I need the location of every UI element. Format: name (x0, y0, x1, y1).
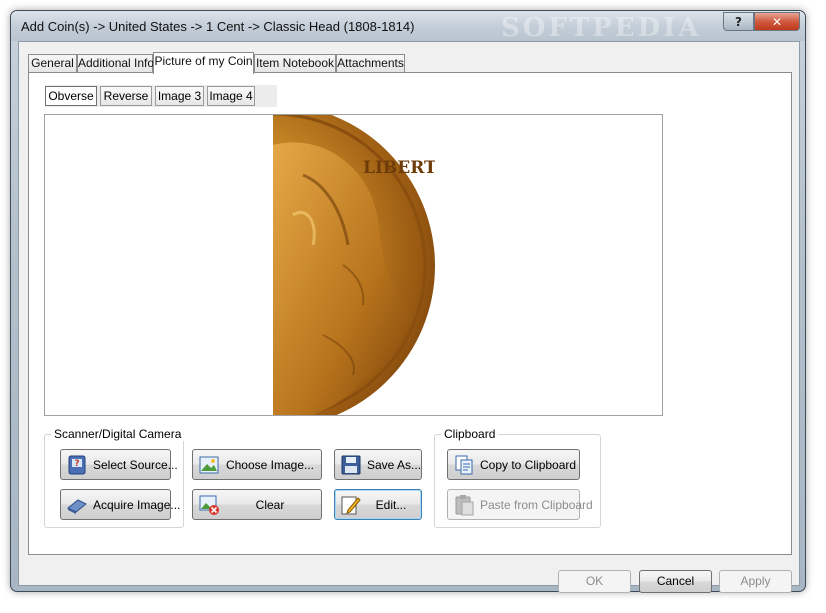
tab-picture-of-my-coin[interactable]: Picture of my Coin (153, 52, 254, 74)
clear-label: Clear (255, 497, 285, 512)
select-source-icon: ? (68, 455, 86, 474)
scanner-camera-group-label: Scanner/Digital Camera (51, 427, 185, 441)
coin-obverse-image: LIBERTY (273, 115, 435, 415)
tab-additional-info[interactable]: Additional Info (77, 54, 154, 73)
tab-image-3[interactable]: Image 3 (155, 86, 204, 106)
choose-image-label: Choose Image... (225, 457, 315, 472)
save-as-button[interactable]: Save As... (334, 449, 422, 480)
clipboard-group-label: Clipboard (441, 427, 499, 441)
coin-inscription: LIBERTY (363, 158, 435, 178)
apply-button[interactable]: Apply (719, 570, 792, 593)
help-button[interactable]: ? (723, 12, 754, 31)
title-bar[interactable]: Add Coin(s) -> United States -> 1 Cent -… (11, 11, 805, 43)
svg-text:?: ? (74, 459, 79, 469)
help-icon: ? (735, 14, 742, 29)
save-as-label: Save As... (367, 457, 422, 472)
acquire-image-label: Acquire Image... (93, 497, 181, 512)
tab-attachments[interactable]: Attachments (336, 54, 405, 73)
choose-image-button[interactable]: Choose Image... (192, 449, 322, 480)
window-title: Add Coin(s) -> United States -> 1 Cent -… (21, 19, 415, 34)
tab-reverse[interactable]: Reverse (100, 86, 152, 106)
copy-to-clipboard-label: Copy to Clipboard (480, 457, 577, 472)
tab-image-4[interactable]: Image 4 (207, 86, 255, 106)
copy-icon (455, 455, 473, 474)
close-button[interactable]: ✕ (754, 12, 800, 31)
ok-button[interactable]: OK (558, 570, 631, 593)
cancel-button[interactable]: Cancel (639, 570, 712, 593)
scanner-icon (67, 498, 87, 514)
floppy-disk-icon (341, 455, 361, 474)
edit-pencil-icon (341, 496, 361, 514)
dialog-client-area: General Additional Info Picture of my Co… (18, 41, 800, 593)
edit-button[interactable]: Edit... (334, 489, 422, 520)
tab-general[interactable]: General (28, 54, 77, 73)
acquire-image-button[interactable]: Acquire Image... (60, 489, 180, 520)
paste-from-clipboard-button[interactable]: Paste from Clipboard (447, 489, 593, 520)
coin-image-viewer[interactable]: LIBERTY (44, 114, 663, 416)
tab-item-notebook[interactable]: Item Notebook (254, 54, 336, 73)
watermark: SOFTPEDIA (501, 13, 702, 43)
select-source-button[interactable]: ? Select Source... (60, 449, 178, 480)
clear-button[interactable]: Clear (192, 489, 322, 520)
image-tabs: Obverse Reverse Image 3 Image 4 (45, 85, 277, 107)
copy-to-clipboard-button[interactable]: Copy to Clipboard (447, 449, 580, 480)
clear-picture-icon (199, 495, 219, 515)
picture-tab-panel: Obverse Reverse Image 3 Image 4 LIBERTY … (28, 72, 792, 555)
picture-icon (199, 456, 219, 473)
paste-icon (455, 494, 474, 515)
close-icon: ✕ (771, 14, 783, 29)
edit-label: Edit... (375, 497, 407, 512)
paste-from-clipboard-label: Paste from Clipboard (480, 497, 593, 512)
select-source-label: Select Source... (93, 457, 178, 472)
svg-text:LIBERTY: LIBERTY (363, 158, 435, 178)
dialog-window: Add Coin(s) -> United States -> 1 Cent -… (10, 10, 806, 593)
tab-obverse[interactable]: Obverse (45, 86, 97, 106)
